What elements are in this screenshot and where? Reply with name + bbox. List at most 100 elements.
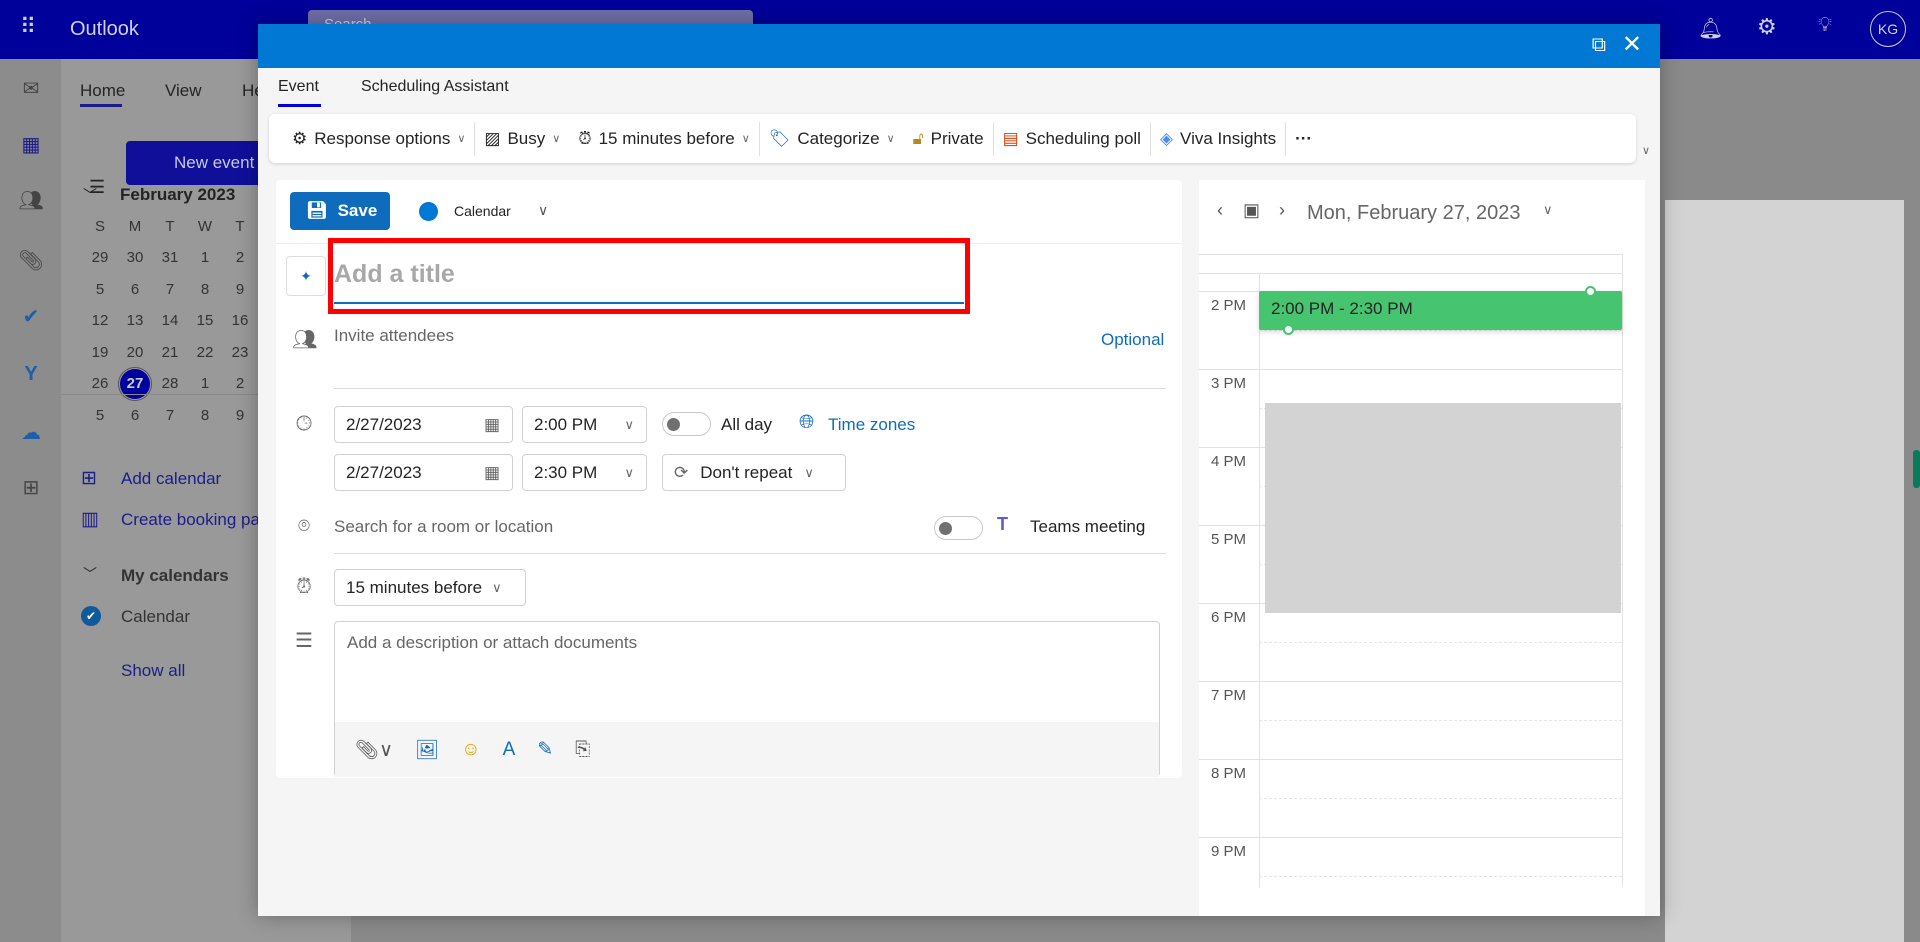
private-button[interactable]: 🔓︎ Private (904, 122, 993, 156)
end-date-field[interactable]: 2/27/2023 ▦ (334, 454, 513, 491)
chevron-down-icon[interactable]: ﹀ (83, 564, 97, 584)
mini-calendar-day[interactable]: 29 (85, 249, 115, 266)
mini-calendar-day[interactable]: 16 (225, 312, 255, 329)
onedrive-icon[interactable]: ☁ (18, 420, 44, 446)
mini-calendar-day[interactable]: 8 (190, 407, 220, 424)
day-view-date[interactable]: Mon, February 27, 2023 (1307, 202, 1520, 225)
resize-handle-top[interactable] (1585, 286, 1596, 297)
chevron-down-icon[interactable]: ﹀ (83, 185, 97, 205)
mini-calendar-day[interactable]: 1 (190, 249, 220, 266)
mini-calendar-day[interactable]: 28 (155, 375, 185, 392)
title-input[interactable]: Add a title (334, 246, 964, 304)
lightbulb-icon[interactable]: 💡︎ (1818, 14, 1832, 37)
description-editor[interactable]: Add a description or attach documents 📎︎… (334, 621, 1160, 777)
resize-handle-bottom[interactable] (1283, 324, 1294, 335)
create-booking-link[interactable]: Create booking pa (121, 510, 260, 530)
avatar[interactable]: KG (1870, 11, 1906, 47)
show-all-link[interactable]: Show all (121, 661, 185, 681)
ribbon-tab-view[interactable]: View (165, 81, 202, 101)
mini-calendar-day[interactable]: 15 (190, 312, 220, 329)
mini-calendar-day[interactable]: 22 (190, 344, 220, 361)
time-zones-link[interactable]: Time zones (828, 415, 915, 435)
mini-calendar-day[interactable]: 7 (155, 281, 185, 298)
repeat-select[interactable]: ⟳ Don't repeat ∨ (662, 454, 846, 491)
mini-calendar-day[interactable]: 7 (155, 407, 185, 424)
mini-calendar-day[interactable]: 14 (155, 312, 185, 329)
people-icon[interactable]: 👥︎ (18, 188, 44, 214)
tab-event[interactable]: Event (278, 78, 319, 96)
format-icon[interactable]: A (503, 739, 516, 761)
mini-calendar-day[interactable]: 20 (120, 344, 150, 361)
reminder-select[interactable]: 15 minutes before ∨ (334, 569, 526, 606)
chevron-down-icon[interactable]: ∨ (538, 202, 548, 219)
mini-calendar-day[interactable]: 31 (155, 249, 185, 266)
pop-out-icon[interactable]: ⧉ (1592, 34, 1606, 57)
pen-icon[interactable]: ✎ (537, 738, 553, 761)
side-tab[interactable] (1913, 450, 1920, 488)
today-icon[interactable]: ▣ (1243, 200, 1260, 221)
todo-icon[interactable]: ✔ (18, 304, 44, 330)
mini-calendar-day[interactable]: 12 (85, 312, 115, 329)
my-calendars-header[interactable]: My calendars (121, 566, 229, 586)
mail-icon[interactable]: ✉ (18, 76, 44, 102)
calendar-select[interactable]: Calendar (454, 203, 511, 219)
mini-calendar-day[interactable]: 26 (85, 375, 115, 392)
emoji-icon[interactable]: ☺ (461, 739, 480, 761)
viva-insights-button[interactable]: ◈ Viva Insights (1151, 122, 1285, 156)
end-time-select[interactable]: 2:30 PM ∨ (522, 454, 647, 491)
image-icon[interactable]: 🖼︎ (415, 738, 439, 762)
calendar-item[interactable]: Calendar (121, 607, 190, 627)
mini-calendar-day[interactable]: 9 (225, 407, 255, 424)
mini-calendar-day[interactable]: 9 (225, 281, 255, 298)
scheduling-poll-button[interactable]: ▤ Scheduling poll (994, 122, 1150, 156)
start-time-select[interactable]: 2:00 PM ∨ (522, 406, 647, 443)
categorize-button[interactable]: 🏷︎ Categorize ∨ (760, 122, 904, 156)
yammer-icon[interactable]: Y (18, 363, 44, 389)
previous-day-icon[interactable]: ‹ (1217, 200, 1223, 221)
mini-calendar-day[interactable]: 2 (225, 375, 255, 392)
ribbon-tab-home[interactable]: Home (80, 81, 125, 101)
mini-calendar-day[interactable]: 30 (120, 249, 150, 266)
next-day-icon[interactable]: › (1279, 200, 1285, 221)
more-button[interactable]: ··· (1286, 122, 1321, 156)
mini-calendar-day[interactable]: 6 (120, 281, 150, 298)
app-launcher-icon[interactable]: ⠿ (20, 14, 36, 40)
mini-calendar-day[interactable]: 5 (85, 281, 115, 298)
mini-calendar-day[interactable]: 2 (225, 249, 255, 266)
invite-attendees-input[interactable]: Invite attendees (334, 326, 454, 346)
tab-scheduling-assistant[interactable]: Scheduling Assistant (361, 78, 509, 96)
mini-calendar-day[interactable]: 6 (120, 407, 150, 424)
calendar-picker-icon[interactable]: ▦ (484, 463, 500, 483)
chevron-down-icon[interactable]: ∨ (1642, 144, 1650, 157)
time-grid[interactable]: 2 PM 3 PM 4 PM 5 PM 6 PM 7 PM 8 PM 9 PM 2:00 PM … (1199, 254, 1623, 888)
mini-calendar-day[interactable]: 21 (155, 344, 185, 361)
reminder-button[interactable]: ⏰︎ 15 minutes before ∨ (569, 122, 758, 156)
calendar-icon[interactable]: ▦ (18, 132, 44, 158)
optional-link[interactable]: Optional (1101, 330, 1164, 350)
chevron-down-icon[interactable]: ∨ (1543, 202, 1553, 218)
bell-icon[interactable]: 🔔︎ (1698, 16, 1723, 41)
checkmark-icon[interactable]: ✔ (81, 606, 101, 626)
start-date-field[interactable]: 2/27/2023 ▦ (334, 406, 513, 443)
mini-calendar-day[interactable]: 19 (85, 344, 115, 361)
loop-icon[interactable]: ⎘ (575, 739, 590, 761)
save-button[interactable]: 💾︎ Save (290, 192, 390, 230)
add-calendar-link[interactable]: Add calendar (121, 469, 221, 489)
busy-button[interactable]: ▨ Busy ∨ (475, 122, 569, 156)
attach-icon[interactable]: 📎︎∨ (355, 738, 393, 762)
all-day-toggle[interactable] (662, 412, 711, 436)
response-options-button[interactable]: ⚙ Response options ∨ (283, 122, 474, 156)
new-event-button[interactable]: New event (126, 141, 276, 185)
teams-meeting-toggle[interactable] (934, 516, 983, 540)
close-icon[interactable]: ✕ (1622, 30, 1642, 59)
mini-calendar-day[interactable]: 13 (120, 312, 150, 329)
apps-icon[interactable]: ⊞ (18, 475, 44, 501)
mini-calendar-day[interactable]: 23 (225, 344, 255, 361)
mini-calendar-day[interactable]: 8 (190, 281, 220, 298)
event-block[interactable]: 2:00 PM - 2:30 PM (1259, 286, 1622, 335)
calendar-picker-icon[interactable]: ▦ (484, 415, 500, 435)
mini-calendar-day[interactable]: 1 (190, 375, 220, 392)
attachment-icon[interactable]: 📎︎ (18, 248, 44, 274)
emoji-charm-icon[interactable]: ✦ (286, 256, 326, 296)
location-input[interactable]: Search for a room or location (334, 517, 553, 537)
